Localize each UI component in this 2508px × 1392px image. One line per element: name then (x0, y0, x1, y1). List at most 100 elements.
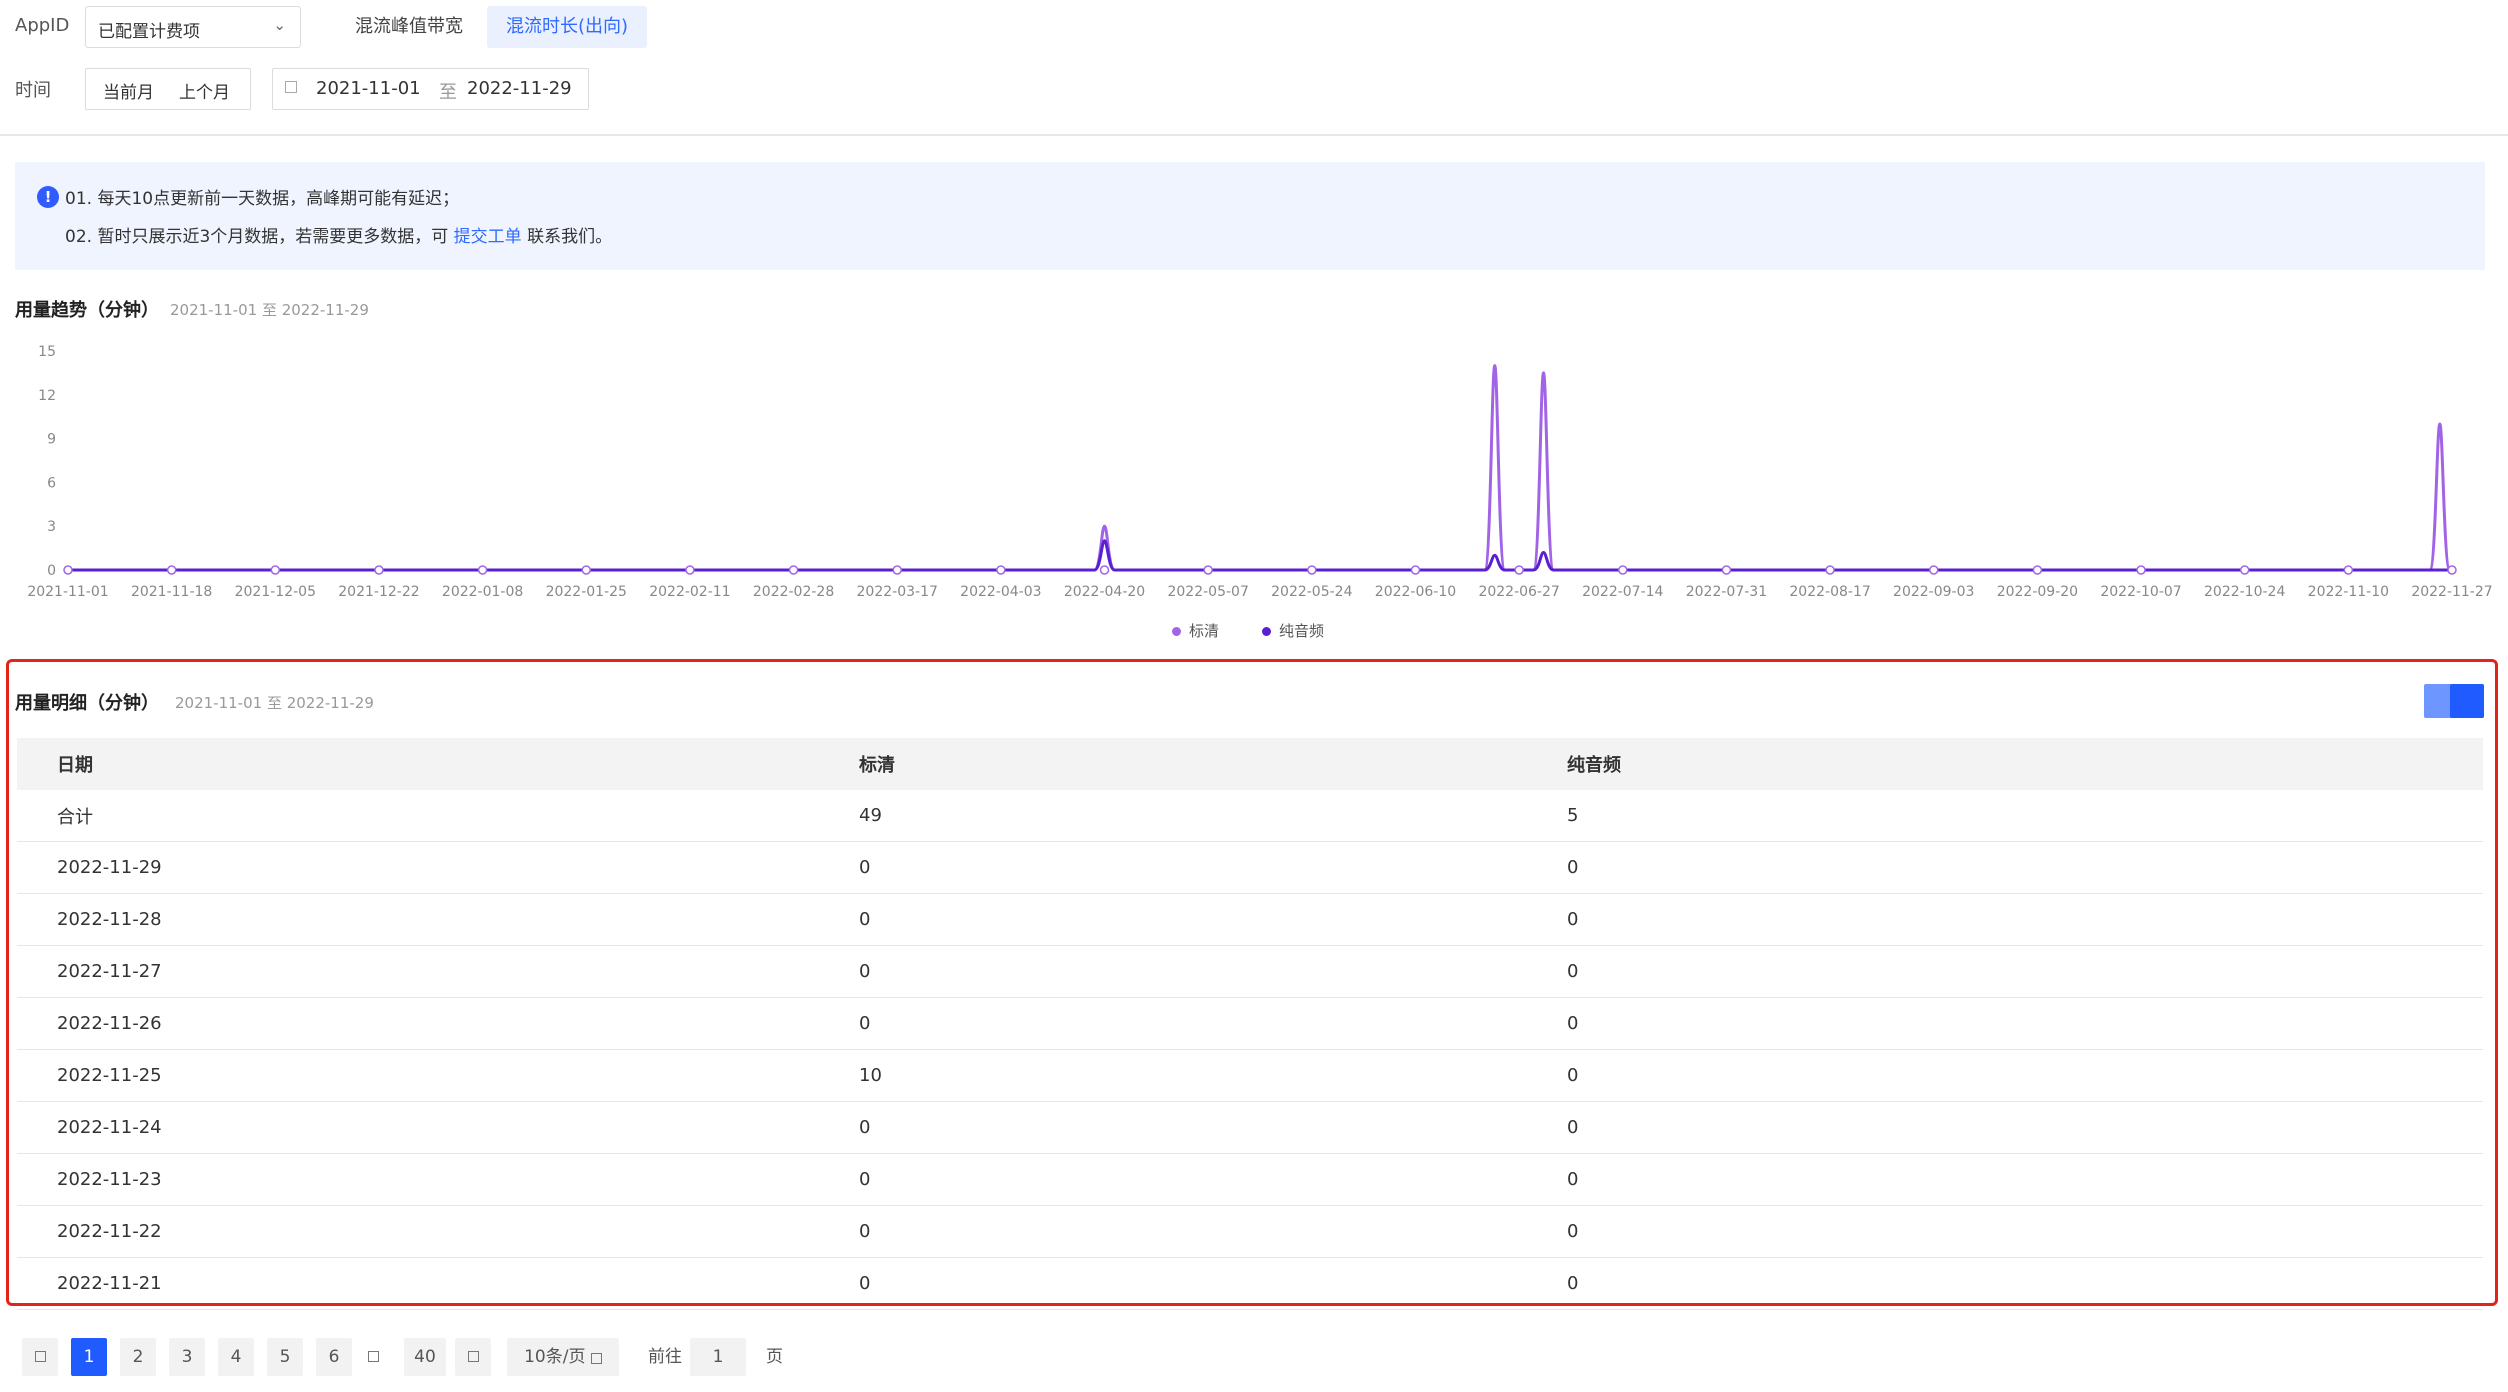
tab-peak-bandwidth[interactable]: 混流峰值带宽 (336, 6, 482, 48)
data-point (2239, 565, 2250, 575)
x-tick-label: 2022-09-20 (1997, 584, 2078, 600)
x-tick-label: 2022-11-27 (2411, 584, 2492, 600)
x-tick-label: 2021-12-05 (235, 584, 316, 600)
goto-page-input[interactable]: 1 (690, 1338, 746, 1376)
page-button-4[interactable]: 4 (218, 1338, 254, 1376)
data-point (581, 565, 592, 575)
notice-line-1: 01. 每天10点更新前一天数据，高峰期可能有延迟； (65, 189, 460, 209)
table-row-total: 合计 49 5 (17, 790, 2483, 842)
page-button-5[interactable]: 5 (267, 1338, 303, 1376)
table-row: 2022-11-23 0 0 (17, 1153, 2483, 1206)
date-range-picker[interactable]: 2021-11-01 至 2022-11-29 (272, 68, 589, 110)
prev-page-button[interactable] (22, 1338, 58, 1376)
cell-date: 合计 (17, 790, 819, 842)
x-tick-label: 2022-02-11 (649, 584, 730, 600)
cell-audio: 0 (1527, 1153, 2483, 1206)
cell-audio: 5 (1527, 790, 2483, 842)
appid-select[interactable]: 已配置计费项 ⌄ (85, 6, 301, 48)
calendar-icon (285, 81, 297, 93)
cell-date: 2022-11-25 (17, 1049, 819, 1102)
date-start[interactable]: 2021-11-01 (316, 78, 421, 99)
cell-standard: 0 (819, 893, 1527, 946)
next-page-button[interactable] (455, 1338, 491, 1376)
cell-audio: 0 (1527, 1205, 2483, 1258)
x-tick-label: 2022-10-07 (2100, 584, 2181, 600)
date-end[interactable]: 2022-11-29 (467, 78, 572, 99)
page-size-value: 10条/页 (524, 1347, 586, 1367)
table-row: 2022-11-28 0 0 (17, 893, 2483, 946)
x-tick-label: 2022-07-14 (1582, 584, 1663, 600)
data-point (1203, 565, 1213, 575)
data-point (270, 565, 281, 575)
table-row: 2022-11-25 10 0 (17, 1049, 2483, 1102)
pagination: 1 2 3 4 5 6 40 10条/页 前往 1 页 (22, 1338, 802, 1376)
filter-bar: AppID 已配置计费项 ⌄ 混流峰值带宽 混流时长(出向) 时间 当前月 上个… (0, 0, 2508, 136)
legend-item-standard[interactable]: 标清 (1172, 620, 1219, 641)
data-point (685, 565, 695, 575)
cell-standard: 10 (819, 1049, 1527, 1102)
cell-audio: 0 (1527, 945, 2483, 998)
date-separator: 至 (439, 82, 457, 103)
chevron-down-icon (590, 1353, 602, 1364)
toggle-knob (2450, 684, 2484, 718)
column-header-date: 日期 (17, 738, 819, 790)
view-toggle-switch[interactable] (2424, 684, 2484, 718)
cell-date: 2022-11-22 (17, 1205, 819, 1258)
appid-select-value: 已配置计费项 (98, 22, 200, 42)
page-button-2[interactable]: 2 (120, 1338, 156, 1376)
page-button-last[interactable]: 40 (404, 1338, 446, 1376)
data-point (1410, 565, 1421, 575)
x-tick-label: 2021-11-18 (131, 584, 212, 600)
cell-date: 2022-11-21 (17, 1257, 819, 1310)
x-tick-label: 2022-09-03 (1893, 584, 1974, 600)
x-tick-label: 2022-05-07 (1167, 584, 1248, 600)
legend-item-audio[interactable]: 纯音频 (1262, 620, 1324, 641)
notice-line-2-suffix: 联系我们。 (527, 227, 613, 247)
chevron-down-icon: ⌄ (273, 16, 286, 34)
table-header-row: 日期 标清 纯音频 (17, 738, 2483, 790)
page-button-1[interactable]: 1 (71, 1338, 107, 1376)
y-tick-label: 12 (38, 388, 56, 404)
x-tick-label: 2021-12-22 (338, 584, 419, 600)
cell-date: 2022-11-28 (17, 893, 819, 946)
column-header-audio: 纯音频 (1527, 738, 2483, 790)
y-tick-label: 6 (47, 475, 56, 491)
data-point (2343, 565, 2354, 575)
appid-label: AppID (15, 15, 70, 36)
last-month-button[interactable]: 上个月 (179, 78, 230, 103)
x-tick-label: 2022-02-28 (753, 584, 834, 600)
page-button-3[interactable]: 3 (169, 1338, 205, 1376)
cell-standard: 0 (819, 997, 1527, 1050)
x-tick-label: 2022-08-17 (1789, 584, 1870, 600)
cell-audio: 0 (1527, 1257, 2483, 1310)
detail-range: 2021-11-01 至 2022-11-29 (175, 694, 374, 712)
submit-ticket-link[interactable]: 提交工单 (454, 227, 522, 247)
data-point (1618, 565, 1628, 575)
data-point (1825, 565, 1835, 575)
y-tick-label: 0 (47, 563, 56, 579)
trend-title: 用量趋势（分钟） (15, 300, 159, 321)
page-button-6[interactable]: 6 (316, 1338, 352, 1376)
more-icon (367, 1351, 379, 1362)
cell-audio: 0 (1527, 1101, 2483, 1154)
cell-date: 2022-11-29 (17, 841, 819, 894)
data-point (63, 565, 73, 575)
cell-standard: 0 (819, 1101, 1527, 1154)
notice-line-2-prefix: 02. 暂时只展示近3个月数据，若需要更多数据，可 (65, 227, 449, 247)
tab-mix-duration[interactable]: 混流时长(出向) (487, 6, 648, 48)
notice-banner: ! 01. 每天10点更新前一天数据，高峰期可能有延迟； 02. 暂时只展示近3… (15, 162, 2485, 270)
cell-standard: 0 (819, 1257, 1527, 1310)
data-point (892, 565, 902, 575)
x-tick-label: 2022-01-08 (442, 584, 523, 600)
cell-date: 2022-11-26 (17, 997, 819, 1050)
usage-detail-table: 日期 标清 纯音频 合计 49 5 2022-11-29 0 0 2022-11-28 0… (17, 738, 2483, 1310)
current-month-button[interactable]: 当前月 (103, 78, 154, 103)
time-label: 时间 (15, 80, 51, 101)
data-point (166, 565, 177, 575)
page-size-select[interactable]: 10条/页 (507, 1338, 619, 1376)
legend-label-standard: 标清 (1189, 622, 1220, 640)
more-pages-button[interactable] (355, 1338, 391, 1376)
cell-standard: 49 (819, 790, 1527, 842)
x-tick-label: 2021-11-01 (27, 584, 108, 600)
data-point (1928, 565, 1939, 575)
